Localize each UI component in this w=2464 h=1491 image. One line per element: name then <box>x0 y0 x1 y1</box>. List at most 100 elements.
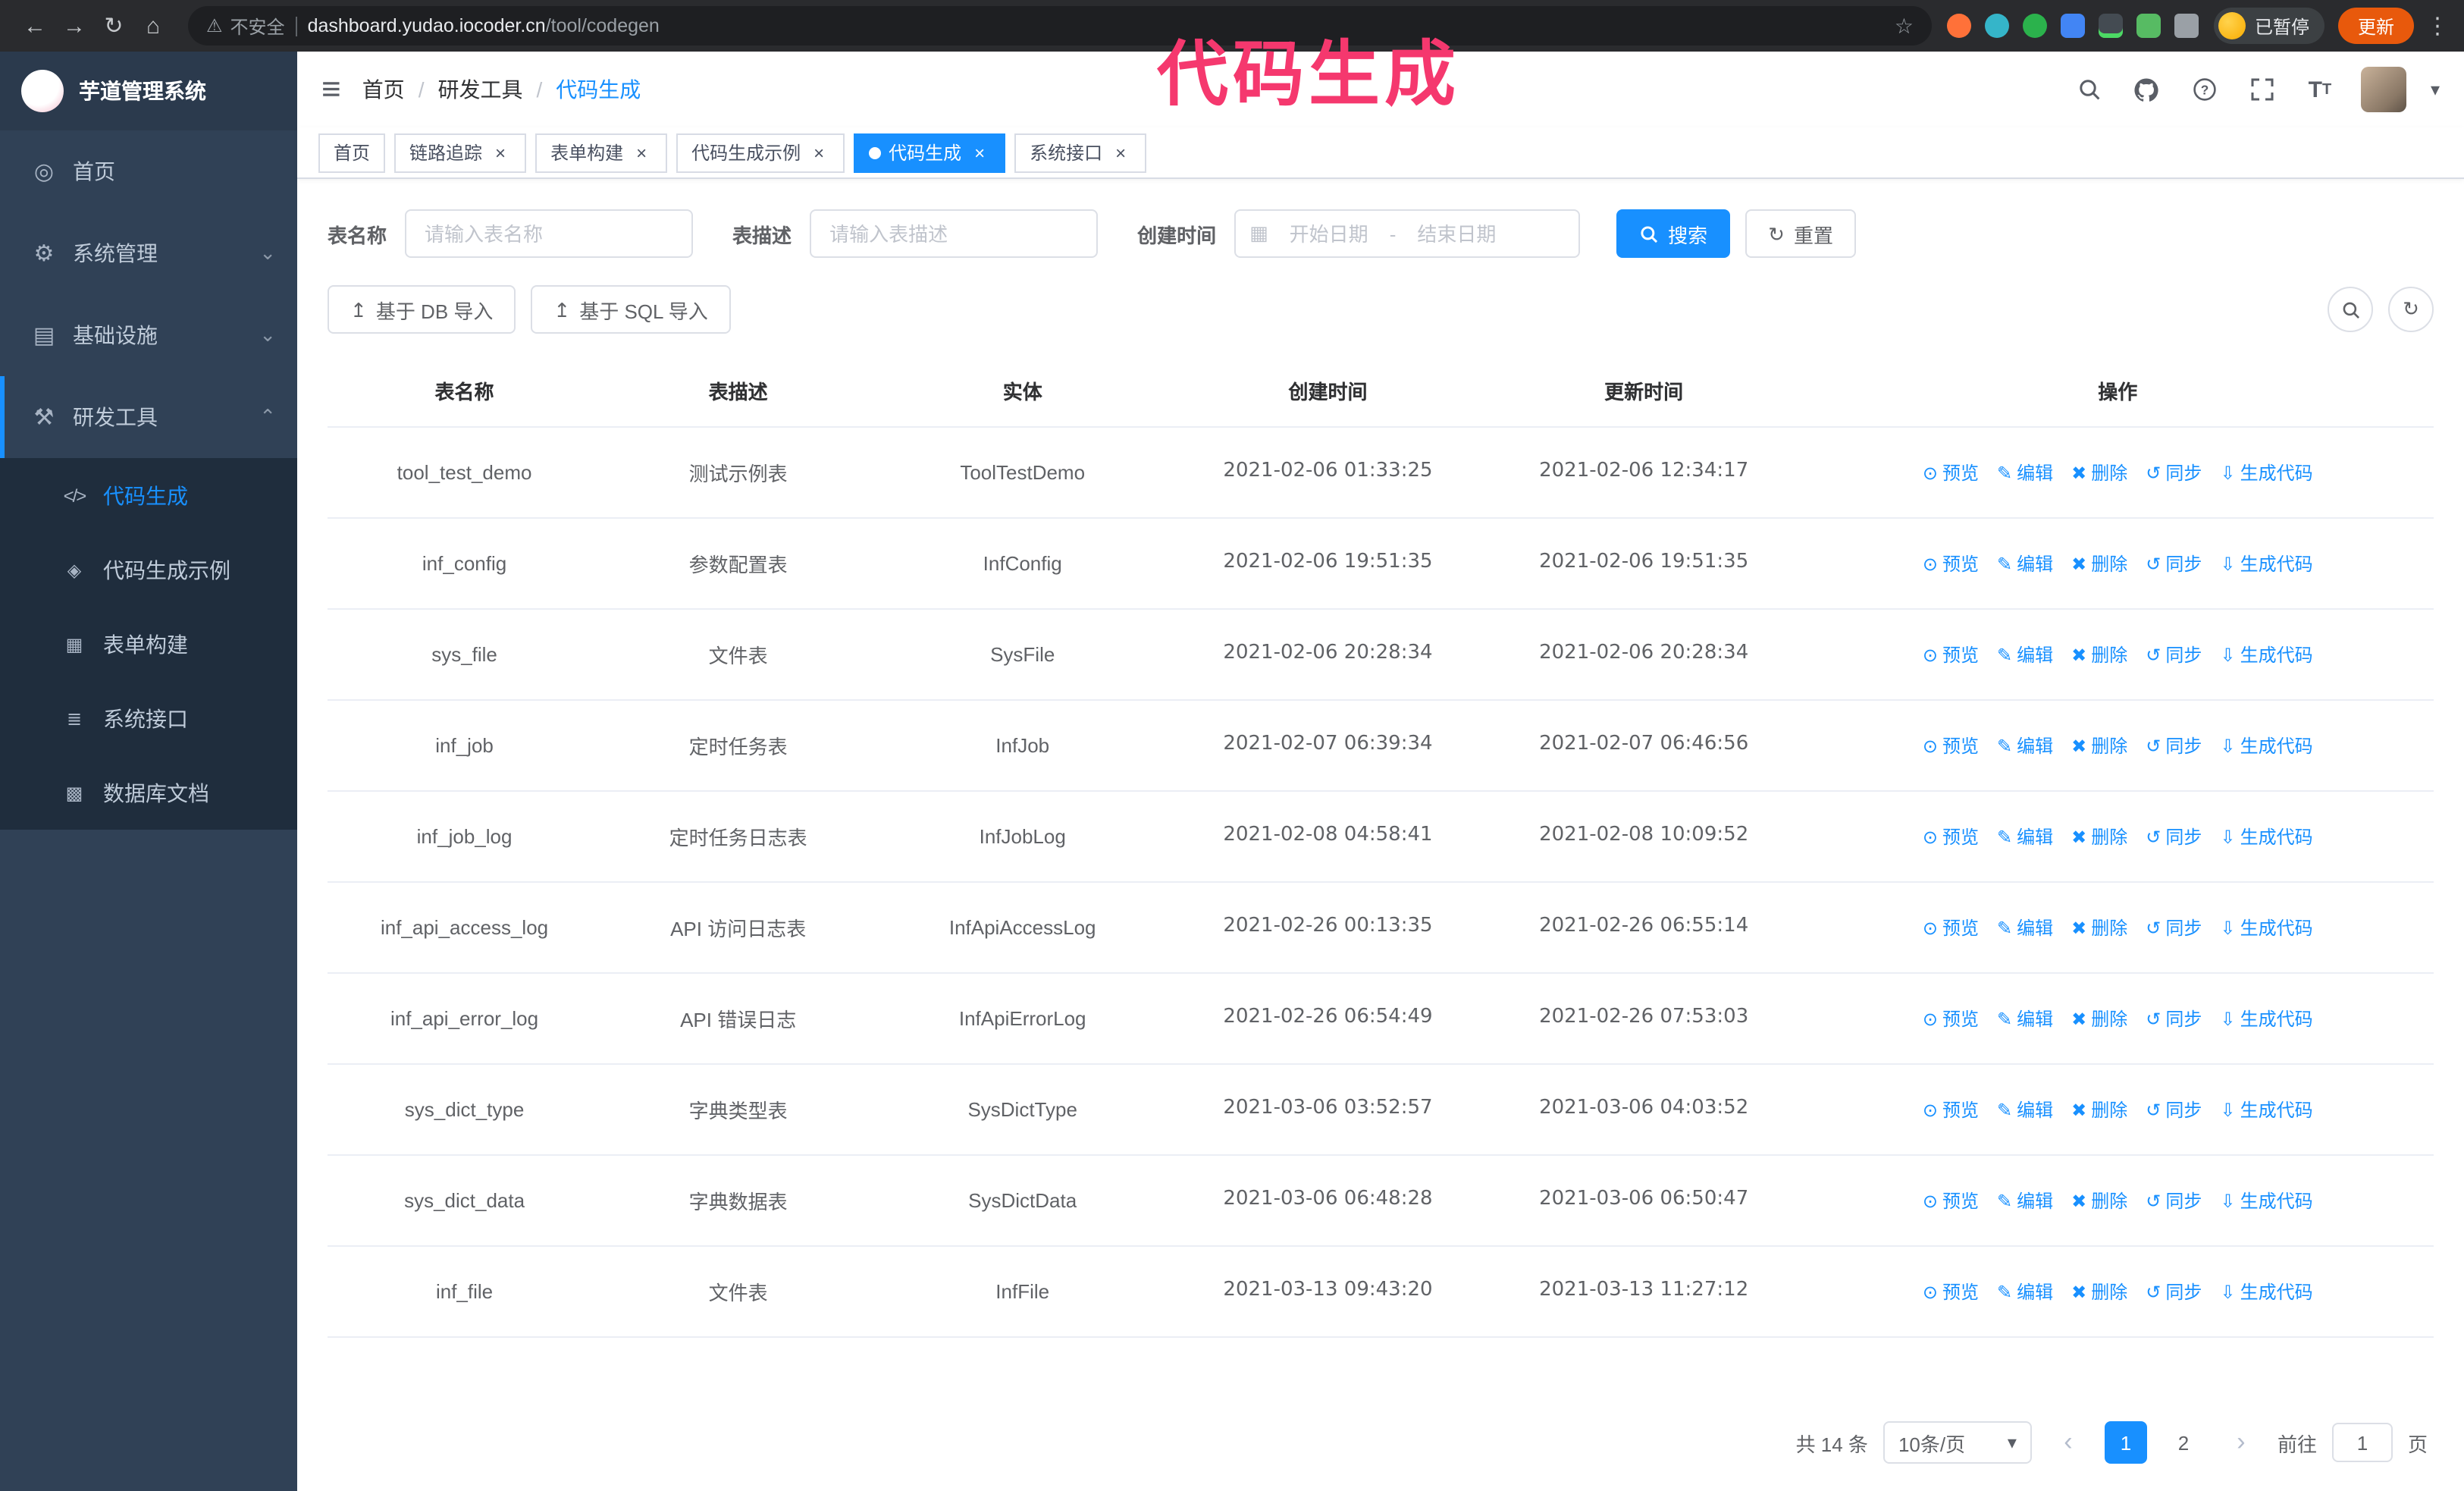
edit-link[interactable]: ✎ 编辑 <box>1997 915 2053 940</box>
delete-link[interactable]: ✖ 删除 <box>2071 1188 2127 1213</box>
generate-code-link[interactable]: ⇩ 生成代码 <box>2220 1188 2312 1213</box>
generate-code-link[interactable]: ⇩ 生成代码 <box>2220 733 2312 758</box>
edit-link[interactable]: ✎ 编辑 <box>1997 1279 2053 1304</box>
github-icon[interactable] <box>2130 73 2164 106</box>
tab-codegen-example[interactable]: 代码生成示例 × <box>676 133 845 172</box>
close-icon[interactable]: × <box>808 142 829 163</box>
preview-link[interactable]: ⊙ 预览 <box>1923 1188 1979 1213</box>
sync-link[interactable]: ↺ 同步 <box>2146 1279 2202 1304</box>
delete-link[interactable]: ✖ 删除 <box>2071 460 2127 485</box>
page-size-select[interactable]: 10条/页 ▾ <box>1882 1421 2032 1464</box>
bookmark-star-icon[interactable]: ☆ <box>1895 13 1914 39</box>
sync-link[interactable]: ↺ 同步 <box>2146 642 2202 667</box>
table-name-input[interactable] <box>405 209 694 258</box>
prev-page-button[interactable]: ‹ <box>2046 1421 2089 1464</box>
help-icon[interactable]: ? <box>2188 73 2221 106</box>
page-button-2[interactable]: 2 <box>2161 1421 2205 1464</box>
sidebar-item-system-management[interactable]: ⚙ 系统管理 ⌄ <box>0 212 297 294</box>
reset-button[interactable]: ↻ 重置 <box>1745 209 1856 258</box>
delete-link[interactable]: ✖ 删除 <box>2071 915 2127 940</box>
preview-link[interactable]: ⊙ 预览 <box>1923 1006 1979 1031</box>
tab-form-builder[interactable]: 表单构建 × <box>535 133 668 172</box>
extension-icon[interactable] <box>2022 14 2047 38</box>
profile-paused-badge[interactable]: 已暂停 <box>2213 8 2324 44</box>
generate-code-link[interactable]: ⇩ 生成代码 <box>2220 824 2312 849</box>
preview-link[interactable]: ⊙ 预览 <box>1923 1097 1979 1122</box>
page-button-1[interactable]: 1 <box>2104 1421 2147 1464</box>
close-icon[interactable]: × <box>1110 142 1131 163</box>
search-button[interactable]: 搜索 <box>1616 209 1731 258</box>
delete-link[interactable]: ✖ 删除 <box>2071 551 2127 576</box>
refresh-table-button[interactable]: ↻ <box>2388 287 2434 332</box>
extension-icon[interactable] <box>2060 14 2085 38</box>
fullscreen-icon[interactable] <box>2246 73 2279 106</box>
create-time-range-picker[interactable]: ▦ - <box>1234 209 1581 258</box>
hamburger-icon[interactable]: ≡ <box>321 72 341 106</box>
delete-link[interactable]: ✖ 删除 <box>2071 1006 2127 1031</box>
sidebar-item-home[interactable]: ◎ 首页 <box>0 130 297 212</box>
close-icon[interactable]: × <box>490 142 511 163</box>
search-icon[interactable] <box>2073 73 2106 106</box>
url-text[interactable]: dashboard.yudao.iocoder.cn/tool/codegen <box>308 15 1884 36</box>
preview-link[interactable]: ⊙ 预览 <box>1923 1279 1979 1304</box>
edit-link[interactable]: ✎ 编辑 <box>1997 733 2053 758</box>
font-size-icon[interactable]: TT <box>2303 73 2337 106</box>
generate-code-link[interactable]: ⇩ 生成代码 <box>2220 915 2312 940</box>
next-page-button[interactable]: › <box>2219 1421 2262 1464</box>
delete-link[interactable]: ✖ 删除 <box>2071 1279 2127 1304</box>
generate-code-link[interactable]: ⇩ 生成代码 <box>2220 551 2312 576</box>
sidebar-item-form-builder[interactable]: ▦ 表单构建 <box>0 607 297 681</box>
edit-link[interactable]: ✎ 编辑 <box>1997 642 2053 667</box>
preview-link[interactable]: ⊙ 预览 <box>1923 824 1979 849</box>
sync-link[interactable]: ↺ 同步 <box>2146 1188 2202 1213</box>
import-sql-button[interactable]: ↥ 基于 SQL 导入 <box>531 285 731 334</box>
puzzle-extension-icon[interactable] <box>2174 14 2199 38</box>
preview-link[interactable]: ⊙ 预览 <box>1923 733 1979 758</box>
generate-code-link[interactable]: ⇩ 生成代码 <box>2220 1006 2312 1031</box>
tab-codegen[interactable]: 代码生成 × <box>854 133 1006 172</box>
extension-icon[interactable] <box>1984 14 2009 38</box>
delete-link[interactable]: ✖ 删除 <box>2071 642 2127 667</box>
forward-button[interactable]: → <box>55 6 94 46</box>
edit-link[interactable]: ✎ 编辑 <box>1997 460 2053 485</box>
sidebar-item-codegen-example[interactable]: ◈ 代码生成示例 <box>0 532 297 607</box>
close-icon[interactable]: × <box>969 142 990 163</box>
address-bar[interactable]: ⚠ 不安全 dashboard.yudao.iocoder.cn/tool/co… <box>188 6 1932 46</box>
goto-page-input[interactable] <box>2331 1423 2393 1462</box>
sidebar-item-system-api[interactable]: ≣ 系统接口 <box>0 681 297 755</box>
tab-system-api[interactable]: 系统接口 × <box>1014 133 1147 172</box>
caret-down-icon[interactable]: ▾ <box>2431 79 2440 100</box>
extension-icon[interactable] <box>2098 14 2123 38</box>
generate-code-link[interactable]: ⇩ 生成代码 <box>2220 642 2312 667</box>
sync-link[interactable]: ↺ 同步 <box>2146 1097 2202 1122</box>
sidebar-item-codegen[interactable]: </> 代码生成 <box>0 458 297 532</box>
logo[interactable]: 芋道管理系统 <box>0 52 297 130</box>
breadcrumb-dev-tools[interactable]: 研发工具 <box>437 74 522 105</box>
end-date-input[interactable] <box>1402 221 1512 246</box>
edit-link[interactable]: ✎ 编辑 <box>1997 824 2053 849</box>
extension-icon[interactable] <box>2136 14 2161 38</box>
update-button[interactable]: 更新 <box>2337 8 2414 44</box>
generate-code-link[interactable]: ⇩ 生成代码 <box>2220 460 2312 485</box>
sync-link[interactable]: ↺ 同步 <box>2146 733 2202 758</box>
back-button[interactable]: ← <box>15 6 55 46</box>
reload-button[interactable]: ↻ <box>94 6 133 46</box>
preview-link[interactable]: ⊙ 预览 <box>1923 642 1979 667</box>
edit-link[interactable]: ✎ 编辑 <box>1997 551 2053 576</box>
start-date-input[interactable] <box>1274 221 1384 246</box>
sidebar-item-db-doc[interactable]: ▩ 数据库文档 <box>0 755 297 830</box>
table-desc-input[interactable] <box>810 209 1099 258</box>
edit-link[interactable]: ✎ 编辑 <box>1997 1006 2053 1031</box>
sync-link[interactable]: ↺ 同步 <box>2146 824 2202 849</box>
preview-link[interactable]: ⊙ 预览 <box>1923 915 1979 940</box>
security-warning[interactable]: ⚠ 不安全 <box>206 13 285 39</box>
sync-link[interactable]: ↺ 同步 <box>2146 915 2202 940</box>
delete-link[interactable]: ✖ 删除 <box>2071 733 2127 758</box>
import-db-button[interactable]: ↥ 基于 DB 导入 <box>328 285 516 334</box>
extension-icon[interactable] <box>1946 14 1971 38</box>
delete-link[interactable]: ✖ 删除 <box>2071 1097 2127 1122</box>
preview-link[interactable]: ⊙ 预览 <box>1923 551 1979 576</box>
sidebar-item-dev-tools[interactable]: ⚒ 研发工具 ⌃ <box>0 376 297 458</box>
generate-code-link[interactable]: ⇩ 生成代码 <box>2220 1097 2312 1122</box>
sidebar-item-infrastructure[interactable]: ▤ 基础设施 ⌄ <box>0 294 297 376</box>
